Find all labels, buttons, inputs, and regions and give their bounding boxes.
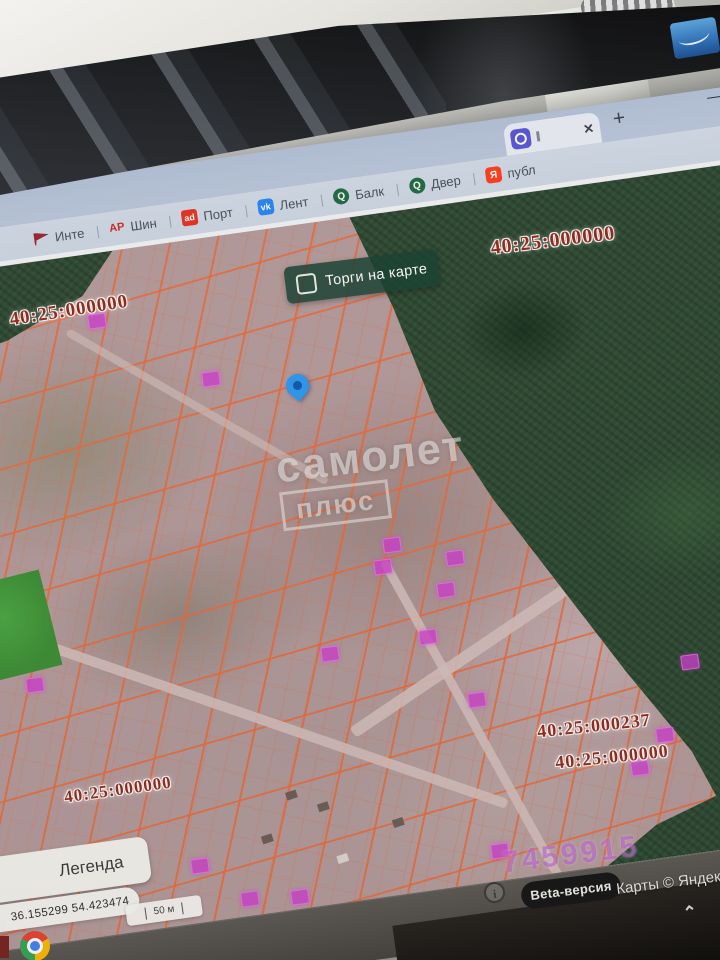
window-minimize-button[interactable]: — [706, 87, 720, 107]
bookmark-item-publ[interactable]: Япубл [485, 161, 537, 184]
flag-icon [33, 231, 50, 246]
bookmark-label: публ [506, 162, 536, 181]
parcel-marker[interactable] [382, 536, 402, 553]
location-pin-icon[interactable] [284, 372, 312, 406]
parcel-marker[interactable] [201, 370, 221, 387]
bookmark-item-dver[interactable]: QДвер [408, 172, 462, 195]
q-icon: Q [332, 187, 350, 205]
parcel-marker[interactable] [445, 549, 465, 566]
tab-close-icon[interactable]: ✕ [582, 120, 595, 137]
parcel-marker[interactable] [240, 890, 260, 907]
parcel-marker[interactable] [436, 581, 456, 598]
bookmark-label: Порт [202, 204, 233, 223]
yandex-icon: Я [485, 166, 503, 184]
bookmark-item-inte[interactable]: Инте [33, 225, 85, 247]
bookmark-separator: | [243, 202, 248, 217]
parcel-marker[interactable] [418, 628, 438, 645]
bookmark-item-shin[interactable]: АРШин [108, 214, 157, 236]
ad-icon: ad [181, 209, 199, 227]
bookmark-item-lent[interactable]: vkЛент [257, 193, 310, 216]
new-tab-button[interactable]: + [611, 106, 626, 131]
torgi-label: Торги на карте [324, 261, 428, 289]
bookmark-label: Инте [54, 225, 85, 244]
parcel-marker[interactable] [680, 653, 700, 670]
bookmark-label: Двер [430, 172, 462, 191]
bookmark-separator: | [167, 213, 172, 228]
bookmark-separator: | [319, 191, 324, 206]
bookmark-item-port[interactable]: adПорт [181, 204, 234, 227]
bookmark-label: Лент [279, 194, 310, 213]
tab-title [536, 131, 540, 141]
bookmark-separator: | [395, 181, 400, 196]
parcel-marker[interactable] [290, 888, 310, 905]
bookmark-item-balk[interactable]: QБалк [332, 182, 385, 205]
parcel-marker[interactable] [373, 558, 393, 575]
scale-label: 50 м [144, 902, 184, 919]
chrome-taskbar-icon[interactable] [20, 931, 50, 960]
parcel-marker[interactable] [190, 857, 210, 874]
site-favicon-icon [509, 127, 532, 150]
taskbar-icon-partial[interactable] [0, 936, 9, 958]
energy-star-sticker [669, 17, 720, 60]
parcel-marker[interactable] [320, 645, 340, 662]
bookmark-label: Шин [129, 215, 157, 234]
pin-body [281, 369, 313, 401]
q-icon: Q [408, 177, 426, 195]
screen-photo: -НИБУДЬ ! ✕ + — Инте|АРШин|adПорт|vkЛент… [0, 0, 720, 960]
vk-icon: vk [257, 198, 275, 216]
tray-chevron-icon[interactable]: ⌃ [682, 902, 699, 924]
parcel-marker[interactable] [467, 691, 487, 708]
bookmark-label: Балк [354, 183, 385, 202]
torgi-checkbox[interactable] [295, 272, 317, 294]
ap-icon: АР [108, 219, 125, 237]
parcel-marker[interactable] [25, 676, 45, 693]
bookmark-separator: | [95, 223, 100, 238]
bookmark-separator: | [471, 170, 476, 185]
